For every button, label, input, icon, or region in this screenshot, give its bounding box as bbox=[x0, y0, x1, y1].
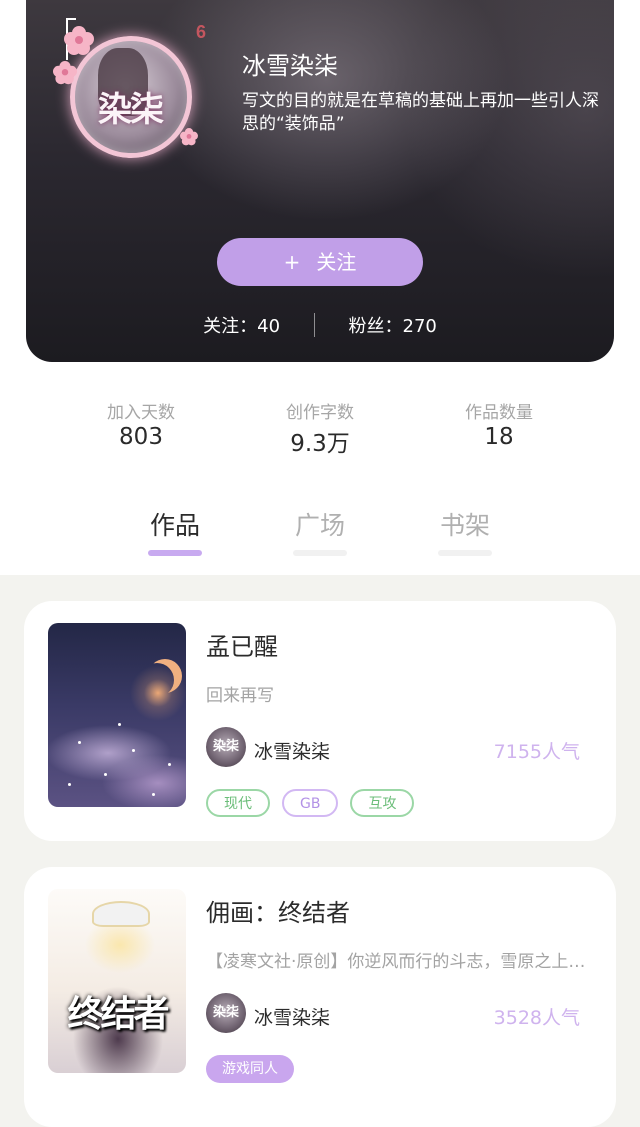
stat-value: 803 bbox=[119, 424, 163, 450]
fans-label: 粉丝： bbox=[348, 316, 403, 337]
popularity-count: 7155人气 bbox=[493, 741, 580, 763]
work-card[interactable]: 孟已醒 回来再写 染柒 冰雪染柒 7155人气 现代 GB 互攻 bbox=[24, 601, 616, 841]
following-value: 40 bbox=[257, 316, 281, 337]
author-avatar[interactable]: 染柒 bbox=[206, 993, 246, 1033]
stats-divider bbox=[313, 313, 315, 337]
avatar-text: 染柒 bbox=[98, 90, 164, 130]
stat-label: 创作字数 bbox=[286, 403, 354, 423]
stat-value: 9.3万 bbox=[290, 431, 350, 457]
tab-label: 作品 bbox=[149, 511, 200, 540]
popularity-count: 3528人气 bbox=[493, 1007, 580, 1029]
tab-works[interactable]: 作品 bbox=[130, 506, 220, 556]
work-cover-image[interactable] bbox=[48, 623, 186, 807]
content-tabs: 作品 广场 书架 bbox=[0, 506, 640, 566]
work-description: 回来再写 bbox=[206, 686, 274, 706]
plus-icon: + bbox=[283, 250, 301, 274]
author-avatar[interactable]: 染柒 bbox=[206, 727, 246, 767]
user-bio: 写文的目的就是在草稿的基础上再加一些引人深思的“装饰品” bbox=[242, 91, 599, 134]
moon-icon bbox=[140, 663, 174, 697]
work-card[interactable]: 终结者 佣画：终结者 【凌寒文社·原创】你逆风而行的斗志，雪原之上的风... 染… bbox=[24, 867, 616, 1127]
profile-header: 染柒 6 冰雪染柒 写文的目的就是在草稿的基础上再加一些引人深思的“装饰品” +… bbox=[26, 0, 614, 362]
following-count[interactable]: 关注：40 bbox=[203, 312, 280, 338]
tab-bookshelf[interactable]: 书架 bbox=[420, 506, 510, 556]
tag[interactable]: 游戏同人 bbox=[206, 1055, 294, 1083]
stat-label: 作品数量 bbox=[465, 403, 533, 423]
work-title[interactable]: 孟已醒 bbox=[206, 627, 278, 662]
stat-label: 加入天数 bbox=[107, 403, 175, 423]
tab-label: 广场 bbox=[294, 511, 345, 540]
user-name: 冰雪染柒 bbox=[242, 52, 338, 80]
flower-icon bbox=[53, 61, 77, 85]
tag[interactable]: GB bbox=[282, 789, 339, 817]
fans-count[interactable]: 粉丝：270 bbox=[349, 312, 437, 338]
fans-value: 270 bbox=[402, 316, 437, 337]
tab-indicator bbox=[148, 550, 202, 556]
butterfly-icon bbox=[180, 128, 198, 146]
work-description: 【凌寒文社·原创】你逆风而行的斗志，雪原之上的风... bbox=[206, 952, 586, 972]
follow-button-label: 关注 bbox=[316, 250, 357, 274]
work-cover-image[interactable]: 终结者 bbox=[48, 889, 186, 1073]
following-label: 关注： bbox=[203, 316, 258, 337]
tag[interactable]: 互攻 bbox=[350, 789, 415, 817]
tab-indicator bbox=[438, 550, 492, 556]
tab-square[interactable]: 广场 bbox=[275, 506, 365, 556]
user-avatar[interactable]: 染柒 6 bbox=[44, 12, 210, 172]
level-badge: 6 bbox=[195, 22, 206, 42]
cover-title-art: 终结者 bbox=[67, 993, 169, 1035]
follow-stats: 关注：40 粉丝：270 bbox=[26, 312, 614, 338]
cover-character bbox=[92, 901, 150, 927]
stats-card: 加入天数 803 创作字数 9.3万 作品数量 18 bbox=[52, 362, 588, 486]
tab-label: 书架 bbox=[439, 511, 490, 540]
tab-indicator bbox=[293, 550, 347, 556]
work-title[interactable]: 佣画：终结者 bbox=[206, 893, 350, 928]
author-name[interactable]: 冰雪染柒 bbox=[254, 737, 330, 764]
work-tags: 现代 GB 互攻 bbox=[206, 789, 426, 817]
tag[interactable]: 现代 bbox=[206, 789, 270, 817]
stat-value: 18 bbox=[484, 424, 514, 450]
flower-icon bbox=[64, 26, 94, 56]
work-tags: 游戏同人 bbox=[206, 1055, 306, 1083]
author-name[interactable]: 冰雪染柒 bbox=[254, 1003, 330, 1030]
follow-button[interactable]: + 关注 bbox=[217, 238, 423, 286]
